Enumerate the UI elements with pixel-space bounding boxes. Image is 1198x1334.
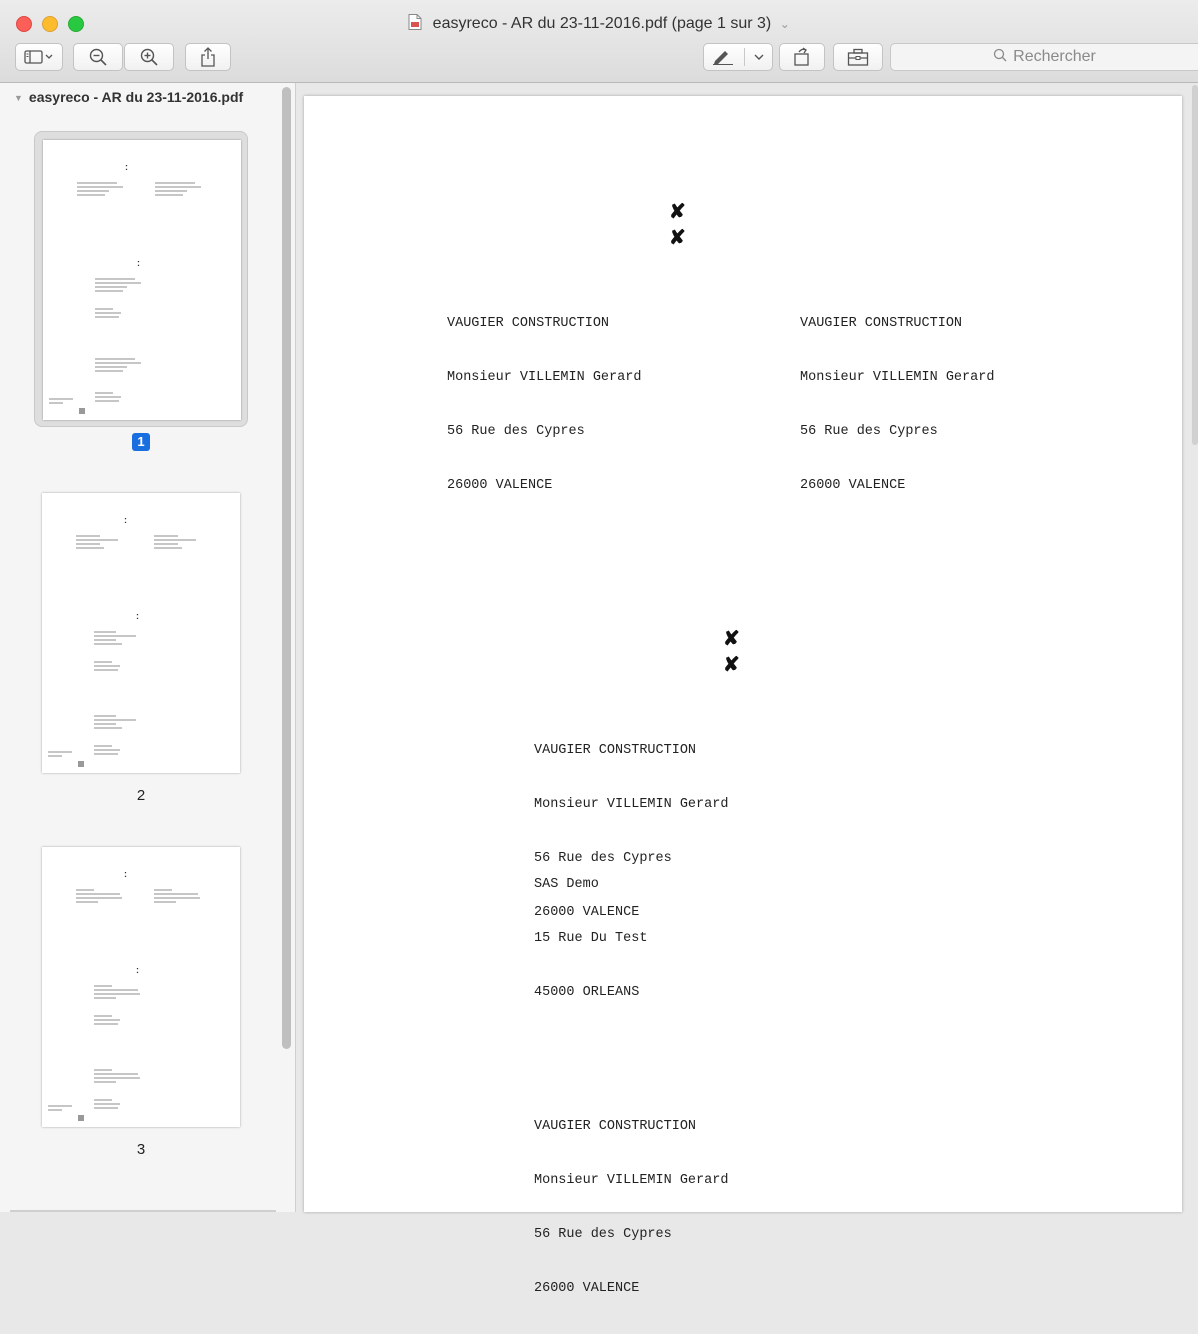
address-company: VAUGIER CONSTRUCTION <box>534 1119 697 1134</box>
address-city: 26000 VALENCE <box>534 1281 640 1296</box>
search-icon <box>993 48 1007 67</box>
document-view[interactable]: ✘ ✘ VAUGIER CONSTRUCTION Monsieur VILLEM… <box>297 83 1198 1296</box>
zoom-in-icon <box>140 48 158 66</box>
title-chevron-down-icon: ⌄ <box>779 17 790 31</box>
address-company: VAUGIER CONSTRUCTION <box>447 316 610 331</box>
sender-address-left: VAUGIER CONSTRUCTION Monsieur VILLEMIN G… <box>447 279 641 531</box>
address-street: 56 Rue des Cypres <box>447 424 585 439</box>
page-thumbnail-2[interactable]: : : <box>34 485 248 781</box>
markup-pen-icon <box>712 49 734 65</box>
address-company: VAUGIER CONSTRUCTION <box>800 316 963 331</box>
address-street: 56 Rue des Cypres <box>800 424 938 439</box>
toolbox-icon <box>847 48 869 66</box>
cross-mark-icon: ✘ <box>723 654 740 676</box>
search-field[interactable]: Rechercher <box>890 43 1198 71</box>
sender-address-right: VAUGIER CONSTRUCTION Monsieur VILLEMIN G… <box>800 279 994 531</box>
cross-mark-icon: ✘ <box>669 227 686 249</box>
zoom-in-button[interactable] <box>124 43 174 71</box>
sidebar-scrollbar[interactable] <box>282 87 291 1049</box>
address-company: SAS Demo <box>534 877 599 892</box>
pdf-document-icon <box>408 14 422 35</box>
sidebar-toggle-button[interactable] <box>15 43 63 71</box>
rotate-button[interactable] <box>779 43 825 71</box>
markup-button[interactable] <box>703 43 773 71</box>
thumbnail-page-2: : : <box>42 493 240 773</box>
recipient-address-2: VAUGIER CONSTRUCTION Monsieur VILLEMIN G… <box>534 1082 728 1334</box>
page-number-3: 3 <box>136 1141 146 1158</box>
zoom-out-icon <box>89 48 107 66</box>
page-number-2: 2 <box>136 787 146 804</box>
selected-page-badge: 1 <box>132 433 150 451</box>
address-city: 26000 VALENCE <box>447 478 553 493</box>
return-address: SAS Demo 15 Rue Du Test 45000 ORLEANS <box>534 840 647 1038</box>
thumbnail-sidebar: ▼ easyreco - AR du 23-11-2016.pdf : : 1 :… <box>0 83 296 1212</box>
document-scrollbar[interactable] <box>1192 85 1198 445</box>
markup-divider <box>743 48 745 66</box>
window-title-text: easyreco - AR du 23-11-2016.pdf (page 1 … <box>432 15 772 32</box>
cross-mark-icon: ✘ <box>669 201 686 223</box>
rotate-icon <box>792 47 812 67</box>
share-button[interactable] <box>185 43 231 71</box>
address-contact: Monsieur VILLEMIN Gerard <box>534 1173 729 1188</box>
address-city: 45000 ORLEANS <box>534 985 640 1000</box>
sidebar-document-header[interactable]: ▼ easyreco - AR du 23-11-2016.pdf <box>14 89 243 105</box>
address-street: 15 Rue Du Test <box>534 931 648 946</box>
page-thumbnail-1[interactable]: : : <box>34 131 248 427</box>
search-placeholder: Rechercher <box>1013 48 1096 65</box>
thumbnail-page-1: : : <box>43 140 241 420</box>
address-contact: Monsieur VILLEMIN Gerard <box>800 370 995 385</box>
markup-chevron-down-icon[interactable] <box>754 53 764 61</box>
pdf-page-1: ✘ ✘ VAUGIER CONSTRUCTION Monsieur VILLEM… <box>304 96 1182 1296</box>
address-contact: Monsieur VILLEMIN Gerard <box>534 797 729 812</box>
sidebar-toggle-icon <box>24 50 54 64</box>
address-city: 26000 VALENCE <box>800 478 906 493</box>
cross-mark-icon: ✘ <box>723 628 740 650</box>
page-thumbnail-3[interactable]: : : <box>34 839 248 1135</box>
address-company: VAUGIER CONSTRUCTION <box>534 743 697 758</box>
window-toolbar: easyreco - AR du 23-11-2016.pdf (page 1 … <box>0 0 1198 83</box>
toolbox-button[interactable] <box>833 43 883 71</box>
zoom-out-button[interactable] <box>73 43 123 71</box>
page-number-1: 1 <box>0 433 282 451</box>
thumbnail-page-3: : : <box>42 847 240 1127</box>
sidebar-document-name: easyreco - AR du 23-11-2016.pdf <box>28 89 244 105</box>
address-contact: Monsieur VILLEMIN Gerard <box>447 370 642 385</box>
window-title[interactable]: easyreco - AR du 23-11-2016.pdf (page 1 … <box>0 14 1198 35</box>
disclosure-triangle-icon[interactable]: ▼ <box>14 93 23 103</box>
share-icon <box>200 47 216 67</box>
address-street: 56 Rue des Cypres <box>534 1227 672 1242</box>
